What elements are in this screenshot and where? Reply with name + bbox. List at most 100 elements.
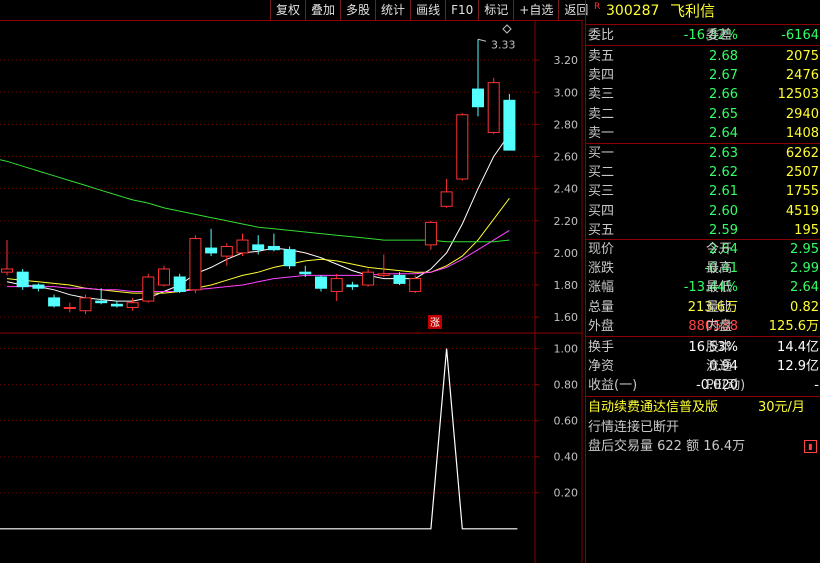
sells-price: 2.65 (709, 106, 738, 122)
sells-volume: 1408 (785, 125, 819, 141)
sells-label: 卖四 (588, 68, 615, 84)
candle (16, 268, 29, 290)
toolbar-button-5[interactable]: F10 (445, 0, 478, 20)
connection-status: 行情连接已断开 (588, 420, 680, 435)
candle (503, 93, 516, 151)
stock-code: 300287 (606, 3, 660, 19)
sells-volume: 12503 (777, 87, 819, 103)
candle (362, 268, 375, 287)
toolbar-button-1[interactable]: 叠加 (305, 0, 340, 20)
buys-price: 2.60 (709, 203, 738, 219)
buys-row[interactable]: 买一 2.63 6262 (586, 144, 820, 163)
sells-row[interactable]: 卖二 2.65 2940 (586, 105, 820, 124)
price-tick-label: 2.80 (554, 118, 579, 131)
candle (456, 113, 469, 181)
candle-body (1, 268, 13, 273)
indicator-tick-label: 1.00 (554, 343, 579, 356)
bar-chart-icon[interactable]: ▮ (804, 440, 817, 453)
buys-row[interactable]: 买五 2.59 195 (586, 221, 820, 240)
fin-row: 收益(一) -0.020 PE(动) - (586, 376, 820, 395)
candle-body (79, 297, 92, 312)
candle-body (456, 114, 469, 180)
chart-area[interactable]: 3.20 3.00 2.80 2.60 2.40 2.20 2.00 1.80 1.60 3.33… (0, 20, 583, 563)
buys-label: 买三 (588, 184, 615, 200)
toolbar-button-6[interactable]: 标记 (478, 0, 513, 20)
buys-label: 买二 (588, 165, 615, 181)
stat-row: 涨幅 -13.44% 最低 2.64 (586, 278, 820, 297)
price-tick-label: 3.00 (554, 86, 579, 99)
toolbar-button-0[interactable]: 复权 (270, 0, 305, 20)
candle-body (189, 237, 202, 291)
price-tick-label: 1.60 (554, 311, 579, 324)
buys-volume: 4519 (785, 203, 819, 219)
indicator-tick-label: 0.80 (554, 379, 579, 392)
candle (79, 294, 92, 314)
candle-body (95, 300, 108, 304)
price-tick-label: 2.00 (554, 247, 579, 260)
candle (110, 301, 123, 308)
sells-row[interactable]: 卖五 2.68 2075 (586, 47, 820, 66)
toolbar-button-7[interactable]: +自选 (513, 0, 558, 20)
stock-name: 飞利信 (670, 2, 716, 20)
sells-volume: 2940 (785, 106, 819, 122)
candle-body (393, 274, 406, 284)
buys-row[interactable]: 买三 2.61 1755 (586, 182, 820, 201)
buys-row[interactable]: 买四 2.60 4519 (586, 202, 820, 221)
promo-row[interactable]: 自动续费通达信普及版 30元/月 (586, 398, 820, 417)
sells-price: 2.67 (709, 68, 738, 84)
promo-price[interactable]: 30元/月 (758, 398, 805, 417)
stat-label: 现价 (588, 242, 615, 257)
buys-price: 2.59 (709, 222, 738, 238)
weibi-label: 委比 (588, 28, 615, 43)
toolbar-button-3[interactable]: 统计 (375, 0, 410, 20)
candle (472, 39, 484, 117)
indicator-tick-label: 0.40 (554, 451, 579, 464)
candle (205, 228, 218, 257)
candle-body (283, 249, 296, 267)
toolbar-button-2[interactable]: 多股 (340, 0, 375, 20)
candle-body (409, 278, 422, 292)
stat-label: 最低 (706, 280, 733, 296)
candle-body (126, 302, 139, 309)
sells-row[interactable]: 卖三 2.66 12503 (586, 85, 820, 104)
status-row: 行情连接已断开 (586, 418, 820, 437)
buys-price: 2.61 (709, 184, 738, 200)
toolbar-button-4[interactable]: 画线 (410, 0, 445, 20)
candle-body (299, 271, 312, 275)
candle (409, 275, 422, 294)
stat-value: 2.99 (790, 261, 819, 277)
fin-label: 流通 (706, 359, 733, 374)
candle-body (142, 276, 155, 302)
candle-body (63, 307, 76, 310)
sells-row[interactable]: 卖一 2.64 1408 (586, 124, 820, 143)
candle-body (158, 268, 170, 286)
sells-volume: 2476 (785, 68, 819, 84)
candle (1, 240, 13, 276)
candle (189, 235, 202, 294)
buys-row[interactable]: 买二 2.62 2507 (586, 163, 820, 182)
sells-label: 卖二 (588, 106, 615, 122)
stat-label: 量比 (706, 299, 733, 315)
candle-body (252, 244, 265, 251)
price-tick-label: 3.20 (554, 54, 579, 67)
buys-price: 2.62 (709, 165, 738, 181)
candle-body (48, 297, 61, 307)
stat-value: 125.6万 (768, 318, 819, 334)
sells-price: 2.68 (709, 49, 738, 64)
weicha-label: 委差 (706, 28, 733, 43)
promo-text[interactable]: 自动续费通达信普及版 (588, 398, 718, 417)
price-tick-label: 1.80 (554, 279, 579, 292)
candle (315, 275, 327, 292)
candle (126, 297, 139, 311)
sells-row[interactable]: 卖四 2.67 2476 (586, 66, 820, 85)
buys-volume: 6262 (785, 146, 819, 161)
stat-row: 总量 213.6万 量比 0.82 (586, 298, 820, 317)
candle (63, 302, 76, 313)
quote-panel: R 300287 飞利信 委比 -16.82% 委差 -6164 卖五 2.68 2… (585, 0, 820, 563)
candle (142, 273, 155, 303)
candle-body (267, 245, 280, 251)
after-hours-volume: 盘后交易量 622 额 16.4万 (588, 439, 746, 454)
stock-marker: R (594, 2, 601, 12)
stat-label: 涨幅 (588, 280, 615, 296)
indicator-tick-label: 0.20 (554, 487, 579, 500)
